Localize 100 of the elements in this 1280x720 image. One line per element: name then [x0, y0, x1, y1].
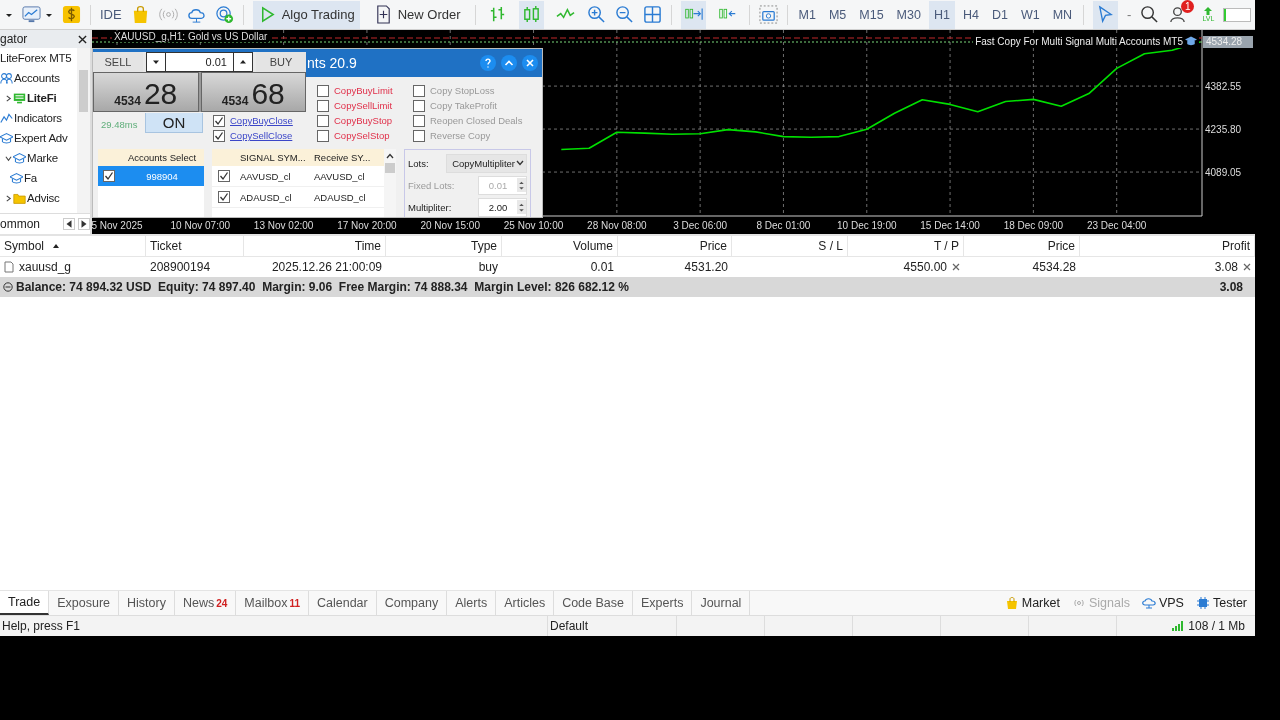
zoom-in-icon[interactable] — [586, 5, 606, 24]
price-tag: 4534.28 — [1203, 36, 1253, 48]
timeframe-button[interactable]: M15 — [854, 0, 889, 29]
chevron-down-icon[interactable] — [5, 154, 12, 162]
cloud-icon — [1141, 596, 1156, 610]
column-header[interactable]: Volume — [502, 236, 618, 256]
scrollbar[interactable] — [77, 48, 90, 213]
multiplier-spinner[interactable]: 2.00 — [478, 197, 527, 217]
ask-price-button[interactable]: 4534 68 — [200, 72, 306, 112]
search-icon[interactable] — [1140, 5, 1160, 24]
timeframe-button[interactable]: MN — [1047, 0, 1078, 29]
autoscroll-icon[interactable] — [680, 0, 706, 29]
navigator-item[interactable]: Advisc — [27, 192, 60, 204]
column-header[interactable]: Price — [618, 236, 732, 256]
checkbox[interactable] — [413, 129, 425, 142]
caret-icon — [516, 160, 524, 166]
checkbox[interactable] — [218, 191, 230, 203]
sell-button[interactable]: SELL — [93, 52, 143, 72]
option-label: CopySellClose — [230, 130, 293, 141]
navigator-item[interactable]: LiteFi — [27, 92, 57, 104]
checkbox[interactable] — [317, 129, 329, 142]
target-plus-icon[interactable] — [214, 5, 234, 24]
chevron-right-icon[interactable] — [5, 94, 12, 102]
monitor-icon — [13, 91, 26, 105]
option-label: Reopen Closed Deals — [430, 115, 523, 126]
checkbox[interactable] — [103, 170, 115, 182]
on-button[interactable]: ON — [145, 113, 203, 133]
timeframe-button[interactable]: M30 — [891, 0, 926, 29]
grid-icon[interactable] — [642, 5, 662, 24]
checkbox[interactable] — [317, 99, 329, 112]
service-button[interactable]: Market — [1004, 596, 1060, 610]
axis-label: 17 Nov 20:00 — [337, 220, 397, 231]
scroll-right-icon[interactable] — [78, 218, 90, 230]
axis-label: 5 Nov 2025 — [92, 220, 143, 231]
checkbox[interactable] — [218, 170, 230, 182]
scroll-left-icon[interactable] — [63, 218, 75, 230]
zoom-out-icon[interactable] — [614, 5, 634, 24]
field-label: Fixed Lots: — [408, 179, 455, 191]
column-header[interactable]: S / L — [732, 236, 848, 256]
document-icon — [4, 261, 14, 273]
collapse-icon[interactable] — [501, 55, 517, 71]
cursor-icon[interactable] — [1093, 0, 1119, 29]
camera-icon[interactable] — [758, 5, 778, 24]
navigator-item[interactable]: Fa — [24, 172, 38, 184]
dollar-icon[interactable] — [62, 5, 81, 24]
checkbox[interactable] — [413, 84, 425, 97]
column-header[interactable]: T / P — [848, 236, 964, 256]
new-order-button[interactable]: New Order — [368, 0, 466, 29]
algo-trading-button[interactable]: Algo Trading — [252, 0, 360, 29]
column-header[interactable]: Ticket — [146, 236, 244, 256]
timeframe-button[interactable]: H4 — [957, 0, 984, 29]
chart-window-icon[interactable] — [22, 5, 41, 24]
timeframe-button[interactable]: M1 — [793, 0, 821, 29]
navigator-item[interactable]: Marke — [27, 152, 58, 164]
timeframe-button[interactable]: D1 — [986, 0, 1013, 29]
checkbox[interactable] — [213, 114, 225, 127]
volume-field[interactable]: 0.01 — [146, 52, 253, 72]
navigator-item[interactable]: LiteForex MT5 — [0, 52, 72, 64]
column-header[interactable]: Type — [386, 236, 502, 256]
checkbox[interactable] — [317, 84, 329, 97]
bid-price-button[interactable]: 4534 28 — [93, 72, 199, 112]
timeframe-button[interactable]: H1 — [928, 0, 955, 29]
table-cell-text: ADAUSD_cl — [313, 191, 367, 203]
table-cell-text: AAVUSD_cl — [239, 170, 292, 182]
buy-button[interactable]: BUY — [256, 52, 306, 72]
timeframe-button[interactable]: W1 — [1015, 0, 1045, 29]
checkbox[interactable] — [413, 114, 425, 127]
navigator-item[interactable]: Expert Adv — [14, 132, 68, 144]
scrollbar[interactable] — [384, 149, 396, 217]
column-header[interactable]: Symbol — [0, 236, 146, 256]
column-header[interactable]: Profit — [1080, 236, 1255, 256]
check-icon — [219, 171, 229, 181]
column-header: SIGNAL SYM... — [239, 152, 307, 163]
chip-icon — [1195, 596, 1210, 610]
check-icon — [214, 130, 224, 141]
ide-button[interactable]: IDE — [100, 7, 122, 22]
timeframe-button[interactable]: M5 — [823, 0, 852, 29]
help-icon[interactable] — [480, 55, 496, 71]
check-icon — [219, 192, 229, 202]
service-button[interactable]: VPS — [1141, 596, 1184, 610]
close-icon[interactable] — [78, 34, 87, 44]
tab[interactable]: Trade — [0, 591, 50, 615]
checkbox[interactable] — [317, 114, 329, 127]
navigator-item[interactable]: Accounts — [14, 72, 60, 84]
navigator-item[interactable]: Indicators — [14, 112, 62, 124]
checkbox[interactable] — [213, 129, 225, 142]
level-bar — [1223, 7, 1251, 22]
service-button[interactable]: Tester — [1195, 596, 1247, 610]
axis-label: 20 Nov 15:00 — [420, 220, 480, 231]
column-header[interactable]: Price — [964, 236, 1080, 256]
scroll-thumb[interactable] — [385, 163, 395, 173]
lots-dropdown[interactable]: CopyMultipliter — [446, 153, 527, 173]
crosshair-button[interactable]: - — [1127, 7, 1132, 22]
option-label: CopyBuyClose — [230, 115, 293, 126]
scroll-up-icon[interactable] — [386, 153, 394, 159]
column-header[interactable]: Time — [244, 236, 386, 256]
graduation-cap-icon — [1185, 35, 1197, 47]
checkbox[interactable] — [413, 99, 425, 112]
chevron-right-icon[interactable] — [5, 194, 12, 202]
sort-up-icon — [52, 243, 60, 249]
